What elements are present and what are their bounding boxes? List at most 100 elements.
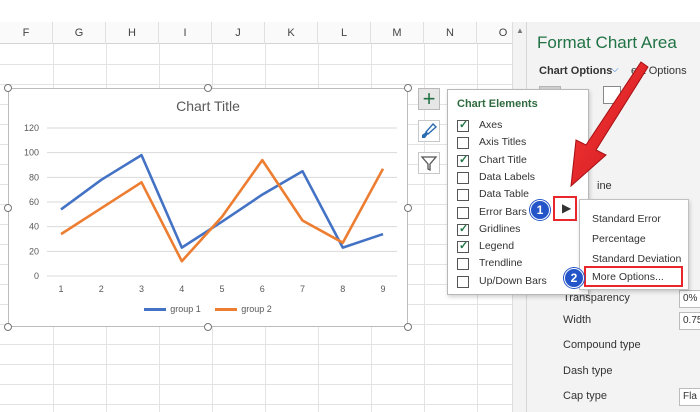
legend-label-group-2: group 2: [241, 304, 272, 314]
column-header-f[interactable]: F: [0, 22, 53, 44]
grid-row-line: [0, 384, 512, 385]
column-header-k[interactable]: K: [265, 22, 318, 44]
y-tick-label: 120: [24, 123, 39, 133]
column-header-m[interactable]: M: [371, 22, 424, 44]
size-properties-icon[interactable]: [603, 86, 621, 104]
scroll-up-icon[interactable]: ▲: [516, 26, 524, 35]
checkbox-axis-titles[interactable]: [457, 137, 469, 150]
chart-resize-handle[interactable]: [4, 323, 12, 331]
checkbox-trendline[interactable]: [457, 258, 469, 271]
chart-element-axis-titles[interactable]: Axis Titles: [457, 135, 577, 152]
grid-row-line: [0, 364, 512, 365]
legend-swatch-group-2: [215, 308, 238, 312]
cap-type-select[interactable]: Fla: [679, 388, 700, 406]
checkbox-axes[interactable]: [457, 118, 469, 132]
chart-resize-handle[interactable]: [404, 323, 412, 331]
chart-elements-flyout[interactable]: Chart Elements Axes Axis Titles Chart Titl…: [447, 89, 589, 295]
y-tick-label: 40: [29, 222, 39, 232]
x-tick-label: 4: [179, 284, 184, 294]
menu-item-standard-deviation[interactable]: Standard Deviation: [592, 253, 681, 265]
format-pane-title: Format Chart Area: [537, 33, 677, 52]
checkbox-data-labels[interactable]: [457, 171, 469, 184]
filter-icon: [420, 156, 438, 172]
y-tick-label: 100: [24, 148, 39, 158]
chart-resize-handle[interactable]: [4, 84, 12, 92]
menu-item-standard-error[interactable]: Standard Error: [592, 213, 661, 225]
chart-elements-button[interactable]: +: [418, 86, 440, 111]
transparency-input[interactable]: 0%: [679, 290, 700, 308]
checkbox-error-bars[interactable]: [457, 206, 469, 219]
checkbox-up-down-bars[interactable]: [457, 275, 469, 288]
chart-element-data-labels[interactable]: Data Labels: [457, 170, 577, 187]
chart-resize-handle[interactable]: [404, 84, 412, 92]
tab-chart-options[interactable]: Chart Options: [539, 65, 612, 77]
grid-row-line: [0, 84, 512, 85]
checkbox-gridlines[interactable]: [457, 222, 469, 236]
step-badge-2: 2: [564, 268, 584, 288]
grid-row-line: [0, 404, 512, 405]
series-line-group-1: [60, 153, 384, 249]
column-header-n[interactable]: N: [424, 22, 477, 44]
error-bars-submenu-arrow[interactable]: ▶: [553, 196, 577, 221]
cap-type-label: Cap type: [563, 390, 608, 402]
x-tick-label: 3: [139, 284, 144, 294]
chevron-down-icon[interactable]: ⌵: [611, 64, 619, 75]
chart-element-axes[interactable]: Axes: [457, 118, 577, 135]
plus-icon: +: [422, 86, 436, 111]
chart-filters-button[interactable]: [418, 152, 440, 174]
chart-legend[interactable]: group 1 group 2: [9, 304, 407, 314]
dash-type-label: Dash type: [563, 365, 613, 377]
tab-text-options[interactable]: ext Options: [631, 65, 687, 77]
column-header-bar: FGHIJKLMNO: [0, 22, 512, 44]
legend-label-group-1: group 1: [170, 304, 201, 314]
chart-element-label: Axes: [479, 119, 503, 131]
column-header-h[interactable]: H: [106, 22, 159, 44]
menu-item-percentage[interactable]: Percentage: [592, 233, 646, 245]
y-tick-label: 60: [29, 197, 39, 207]
grid-row-line: [0, 344, 512, 345]
checkbox-legend[interactable]: [457, 239, 469, 254]
chart-title[interactable]: Chart Title: [9, 98, 407, 114]
chart-elements-title: Chart Elements: [457, 98, 538, 110]
width-input[interactable]: 0.75: [679, 312, 700, 330]
x-tick-label: 7: [300, 284, 305, 294]
y-tick-label: 20: [29, 246, 39, 256]
chart-element-label: Error Bars: [479, 205, 527, 218]
chart-element-chart-title[interactable]: Chart Title: [457, 153, 577, 170]
line-section-label: ine: [597, 180, 612, 192]
width-label: Width: [563, 314, 592, 326]
chart-resize-handle[interactable]: [4, 204, 12, 212]
column-header-i[interactable]: I: [159, 22, 212, 44]
triangle-right-icon: ▶: [562, 201, 572, 215]
legend-item-group-1: group 1: [144, 304, 201, 314]
grid-row-line: [0, 64, 512, 65]
chart-plot: 0 20 40 60 80 100 120 1 2 3 4 5 6 7 8 9: [24, 123, 397, 294]
x-tick-label: 8: [340, 284, 345, 294]
column-header-j[interactable]: J: [212, 22, 265, 44]
chart-element-trendline[interactable]: Trendline: [457, 256, 577, 273]
chart-resize-handle[interactable]: [204, 84, 212, 92]
legend-item-group-2: group 2: [215, 304, 272, 314]
chart-styles-button[interactable]: [418, 120, 440, 142]
column-header-g[interactable]: G: [53, 22, 106, 44]
y-tick-label: 80: [29, 172, 39, 182]
chart-element-legend[interactable]: Legend: [457, 239, 577, 256]
chart-element-label: Chart Title: [479, 153, 527, 166]
chart-resize-handle[interactable]: [204, 323, 212, 331]
x-tick-label: 6: [260, 284, 265, 294]
checkbox-chart-title[interactable]: [457, 153, 469, 167]
chart-element-label: Data Labels: [479, 170, 536, 183]
chart-resize-handle[interactable]: [404, 204, 412, 212]
x-tick-label: 1: [58, 284, 63, 294]
compound-type-label: Compound type: [563, 339, 641, 351]
menu-item-more-options[interactable]: More Options...: [584, 266, 683, 287]
chart-element-label: Up/Down Bars: [479, 274, 547, 287]
chart-area[interactable]: 0 20 40 60 80 100 120 1 2 3 4 5 6 7 8 9 Chart Title gro…: [8, 88, 408, 327]
chart-element-label: Legend: [479, 240, 515, 253]
chart-element-label: Axis Titles: [479, 136, 527, 149]
chart-element-gridlines[interactable]: Gridlines: [457, 222, 577, 239]
chart-element-up-down-bars[interactable]: Up/Down Bars: [457, 274, 577, 291]
column-header-o[interactable]: O: [477, 22, 512, 44]
checkbox-data-table[interactable]: [457, 189, 469, 202]
column-header-l[interactable]: L: [318, 22, 371, 44]
